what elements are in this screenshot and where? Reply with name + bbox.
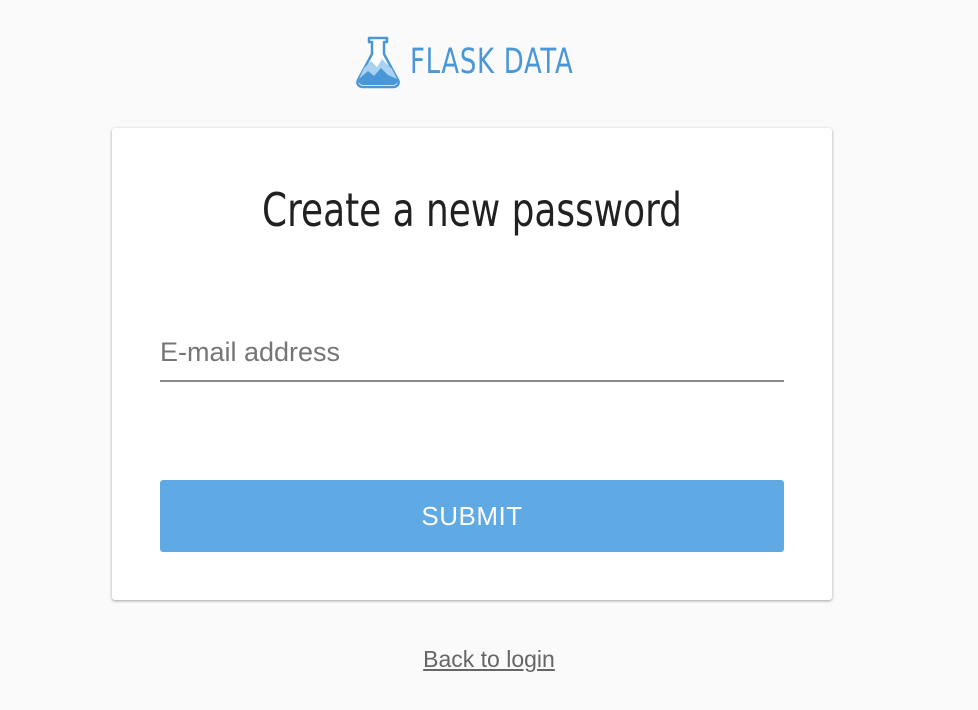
email-field xyxy=(160,324,784,382)
back-to-login-link[interactable]: Back to login xyxy=(423,646,555,672)
email-input[interactable] xyxy=(160,324,784,382)
page: FLASK DATA Create a new password SUBMIT … xyxy=(0,0,978,710)
brand-name: FLASK DATA xyxy=(410,42,574,82)
submit-button[interactable]: SUBMIT xyxy=(160,480,784,552)
reset-password-card: Create a new password SUBMIT xyxy=(112,128,832,600)
flask-icon xyxy=(356,36,400,89)
brand-logo: FLASK DATA xyxy=(355,35,631,89)
page-title: Create a new password xyxy=(262,183,682,237)
back-to-login: Back to login xyxy=(0,644,978,674)
